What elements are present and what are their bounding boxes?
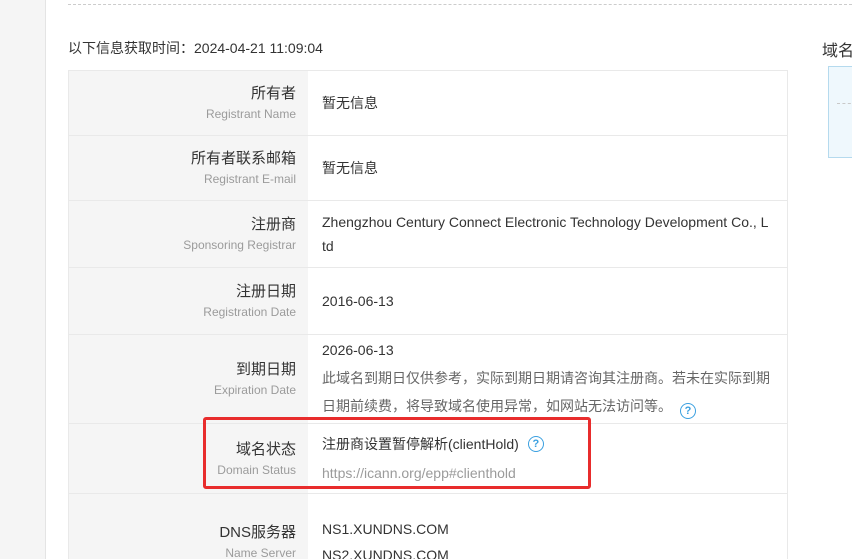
registrant-name-value: 暂无信息 <box>322 91 771 115</box>
help-icon[interactable]: ? <box>680 403 696 419</box>
expiration-date-value: 2026-06-13 <box>322 338 771 362</box>
page-left-gutter <box>0 0 46 559</box>
row-value-cell: NS1.XUNDNS.COM NS2.XUNDNS.COM <box>308 494 787 559</box>
table-row-registration-date: 注册日期 Registration Date 2016-06-13 <box>69 268 787 335</box>
row-label-zh: 所有者 <box>251 82 296 105</box>
row-label-en: Registrant E-mail <box>204 170 296 189</box>
row-label-en: Sponsoring Registrar <box>183 236 296 255</box>
row-label: 到期日期 Expiration Date <box>69 335 308 423</box>
row-label-en: Domain Status <box>217 461 296 480</box>
fetch-time-label: 以下信息获取时间： <box>68 40 194 56</box>
table-row-domain-status: 域名状态 Domain Status 注册商设置暂停解析(clientHold)… <box>69 424 787 494</box>
table-row-name-server: DNS服务器 Name Server NS1.XUNDNS.COM NS2.XU… <box>69 494 787 559</box>
row-label-zh: 注册商 <box>251 213 296 236</box>
fetch-time-line: 以下信息获取时间：2024-04-21 11:09:04 <box>68 38 323 58</box>
icann-status-link: https://icann.org/epp#clienthold <box>322 461 771 485</box>
help-icon[interactable]: ? <box>528 436 544 452</box>
name-server-2: NS2.XUNDNS.COM <box>322 542 771 559</box>
row-label-zh: DNS服务器 <box>219 521 296 544</box>
row-label: 所有者 Registrant Name <box>69 71 308 135</box>
row-value-cell: 暂无信息 <box>308 136 787 200</box>
table-row-expiration-date: 到期日期 Expiration Date 2026-06-13 此域名到期日仅供… <box>69 335 787 424</box>
row-label-zh: 到期日期 <box>236 358 296 381</box>
row-label: 所有者联系邮箱 Registrant E-mail <box>69 136 308 200</box>
row-value-cell: 2016-06-13 <box>308 268 787 334</box>
whois-info-table: 所有者 Registrant Name 暂无信息 所有者联系邮箱 Registr… <box>68 70 788 559</box>
row-value-cell: 2026-06-13 此域名到期日仅供参考，实际到期日期请咨询其注册商。若未在实… <box>308 335 787 423</box>
table-row-registrant-name: 所有者 Registrant Name 暂无信息 <box>69 71 787 136</box>
row-label-en: Name Server <box>225 544 296 559</box>
domain-status-line: 注册商设置暂停解析(clientHold) ? <box>322 432 771 456</box>
row-label-en: Expiration Date <box>214 381 296 400</box>
row-label: 注册日期 Registration Date <box>69 268 308 334</box>
sponsoring-registrar-value: Zhengzhou Century Connect Electronic Tec… <box>322 210 771 258</box>
domain-status-value: 注册商设置暂停解析(clientHold) <box>322 432 519 456</box>
side-panel-dashed-divider <box>837 103 852 104</box>
table-row-registrant-email: 所有者联系邮箱 Registrant E-mail 暂无信息 <box>69 136 787 201</box>
row-value-cell: 暂无信息 <box>308 71 787 135</box>
row-value-cell: Zhengzhou Century Connect Electronic Tec… <box>308 201 787 267</box>
table-row-sponsoring-registrar: 注册商 Sponsoring Registrar Zhengzhou Centu… <box>69 201 787 268</box>
registration-date-value: 2016-06-13 <box>322 289 771 313</box>
top-dashed-divider <box>68 4 852 5</box>
row-value-cell: 注册商设置暂停解析(clientHold) ? https://icann.or… <box>308 424 787 493</box>
row-label: 域名状态 Domain Status <box>69 424 308 493</box>
row-label-zh: 注册日期 <box>236 280 296 303</box>
row-label: 注册商 Sponsoring Registrar <box>69 201 308 267</box>
row-label-en: Registrant Name <box>206 105 296 124</box>
registrant-email-value: 暂无信息 <box>322 156 771 180</box>
fetch-time-value: 2024-04-21 11:09:04 <box>194 40 323 56</box>
row-label-zh: 域名状态 <box>236 438 296 461</box>
row-label-zh: 所有者联系邮箱 <box>191 147 296 170</box>
expiration-note-text: 此域名到期日仅供参考，实际到期日期请咨询其注册商。若未在实际到期日期前续费，将导… <box>322 370 770 414</box>
expiration-note: 此域名到期日仅供参考，实际到期日期请咨询其注册商。若未在实际到期日期前续费，将导… <box>322 364 771 420</box>
name-server-1: NS1.XUNDNS.COM <box>322 516 771 542</box>
row-label-en: Registration Date <box>203 303 296 322</box>
side-panel-box <box>828 66 852 158</box>
row-label: DNS服务器 Name Server <box>69 494 308 559</box>
side-panel-title: 域名 <box>822 37 852 61</box>
